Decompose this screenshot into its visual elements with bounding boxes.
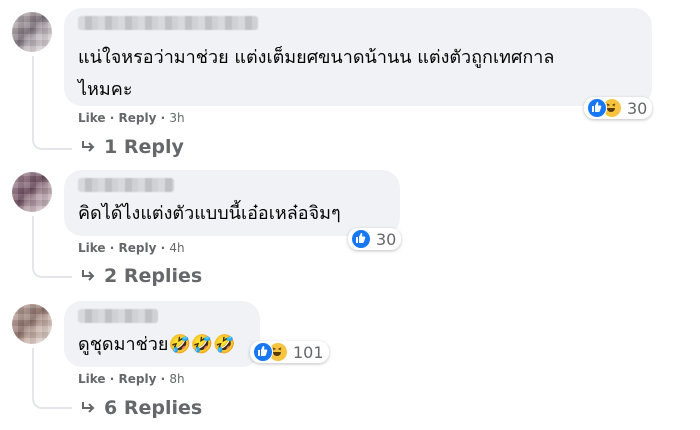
comment-actions: Like · Reply · 8h (78, 372, 185, 386)
like-link[interactable]: Like (78, 241, 106, 255)
thread-connector (32, 393, 72, 409)
replies-count-label: 1 Reply (104, 136, 184, 158)
like-icon (587, 98, 607, 118)
view-replies-link[interactable]: 1 Reply (80, 136, 184, 158)
reaction-summary[interactable]: 30 (584, 97, 653, 119)
reply-link[interactable]: Reply (119, 372, 157, 386)
reaction-summary[interactable]: 101 (250, 341, 329, 363)
separator: · (160, 372, 166, 386)
reply-arrow-icon (82, 141, 95, 152)
commenter-avatar[interactable] (12, 172, 52, 212)
comment-bubble: คิดได้ไงแต่งตัวแบบนี้เอ๋อเหล๋อจิมๆ (64, 170, 400, 236)
comment-bubble: แน่ใจหรอว่ามาช่วย แต่งเต็มยศขนาดน้านน แต… (64, 8, 652, 106)
reaction-count: 30 (627, 98, 648, 118)
thread-connector (32, 134, 72, 150)
commenter-avatar[interactable] (12, 12, 52, 52)
commenter-name-blurred[interactable] (78, 178, 174, 192)
commenter-name-blurred[interactable] (78, 309, 158, 323)
separator: · (160, 241, 166, 255)
thread-connector (32, 262, 72, 278)
commenter-name-blurred[interactable] (78, 16, 258, 30)
comment-actions: Like · Reply · 3h (78, 111, 185, 125)
separator: · (160, 111, 166, 125)
reply-arrow-icon (82, 270, 95, 281)
reaction-summary[interactable]: 30 (348, 228, 402, 250)
like-icon (253, 342, 273, 362)
like-link[interactable]: Like (78, 372, 106, 386)
reply-link[interactable]: Reply (119, 241, 157, 255)
reply-link[interactable]: Reply (119, 111, 157, 125)
like-icon (351, 229, 371, 249)
timestamp[interactable]: 4h (169, 241, 184, 255)
like-link[interactable]: Like (78, 111, 106, 125)
reaction-count: 101 (293, 342, 324, 362)
thread-line (32, 348, 34, 396)
comment-text: ดูชุดมาช่วย🤣🤣🤣 (78, 334, 236, 355)
timestamp[interactable]: 3h (169, 111, 184, 125)
timestamp[interactable]: 8h (169, 372, 184, 386)
reaction-count: 30 (376, 229, 397, 249)
replies-count-label: 2 Replies (104, 265, 203, 287)
separator: · (109, 111, 115, 125)
comment-text-continued: ไหมคะ (78, 79, 133, 100)
comment-text: แน่ใจหรอว่ามาช่วย แต่งเต็มยศขนาดน้านน แต… (78, 47, 555, 68)
separator: · (109, 372, 115, 386)
separator: · (109, 241, 115, 255)
comment-text: คิดได้ไงแต่งตัวแบบนี้เอ๋อเหล๋อจิมๆ (78, 203, 341, 224)
replies-count-label: 6 Replies (104, 397, 203, 419)
reply-arrow-icon (82, 402, 95, 413)
view-replies-link[interactable]: 2 Replies (80, 265, 202, 287)
thread-line (32, 216, 34, 266)
thread-line (32, 56, 34, 138)
commenter-avatar[interactable] (12, 304, 52, 344)
comment-actions: Like · Reply · 4h (78, 241, 185, 255)
comment-bubble: ดูชุดมาช่วย🤣🤣🤣 (64, 301, 260, 367)
view-replies-link[interactable]: 6 Replies (80, 397, 202, 419)
